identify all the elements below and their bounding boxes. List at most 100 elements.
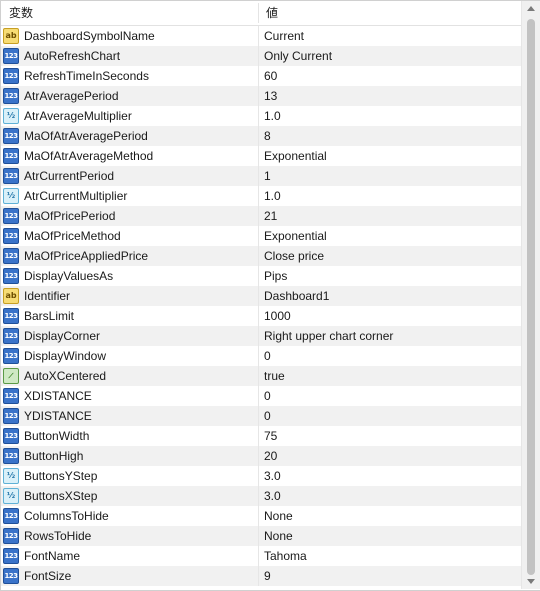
parameter-name: ColumnsToHide — [24, 509, 109, 523]
parameter-name: AutoRefreshChart — [24, 49, 121, 63]
table-row[interactable]: 123 MaOfPriceAppliedPrice Close price — [1, 246, 521, 266]
parameter-value[interactable]: Close price — [264, 246, 324, 266]
cell-divider — [258, 106, 259, 126]
parameter-value[interactable]: 3.0 — [264, 486, 281, 506]
parameter-name: MaOfPricePeriod — [24, 209, 116, 223]
table-row[interactable]: 123 MaOfAtrAverageMethod Exponential — [1, 146, 521, 166]
parameter-value[interactable]: 1.0 — [264, 106, 281, 126]
parameter-name: AtrAverageMultiplier — [24, 109, 132, 123]
table-row[interactable]: ⟋ AutoXCentered true — [1, 366, 521, 386]
cell-divider — [258, 86, 259, 106]
table-row[interactable]: 123 FontSize 9 — [1, 566, 521, 586]
parameter-value[interactable]: 9 — [264, 566, 271, 586]
parameter-value[interactable]: 60 — [264, 66, 277, 86]
cell-divider — [258, 26, 259, 46]
table-row[interactable]: 123 RowsToHide None — [1, 526, 521, 546]
table-row[interactable]: 123 ColumnsToHide None — [1, 506, 521, 526]
table-row[interactable]: 123 ButtonWidth 75 — [1, 426, 521, 446]
table-row[interactable]: 123 DisplayWindow 0 — [1, 346, 521, 366]
table-row[interactable]: ½ ButtonsXStep 3.0 — [1, 486, 521, 506]
table-row[interactable]: 123 MaOfPriceMethod Exponential — [1, 226, 521, 246]
double-icon: ½ — [3, 188, 19, 204]
parameter-value[interactable]: 13 — [264, 86, 277, 106]
parameter-value[interactable]: 75 — [264, 426, 277, 446]
integer-icon: 123 — [3, 568, 19, 584]
parameter-value[interactable]: Exponential — [264, 146, 327, 166]
column-divider[interactable] — [258, 3, 259, 23]
cell-divider — [258, 266, 259, 286]
parameter-value[interactable]: Dashboard1 — [264, 286, 329, 306]
integer-icon: 123 — [3, 508, 19, 524]
parameter-name: DashboardSymbolName — [24, 29, 155, 43]
column-header-value[interactable]: 値 — [266, 1, 278, 25]
parameter-value[interactable]: 3.0 — [264, 466, 281, 486]
parameter-value[interactable]: None — [264, 526, 293, 546]
cell-divider — [258, 186, 259, 206]
integer-icon: 123 — [3, 128, 19, 144]
integer-icon: 123 — [3, 528, 19, 544]
parameter-name: MaOfPriceAppliedPrice — [24, 249, 149, 263]
parameter-value[interactable]: Right upper chart corner — [264, 326, 393, 346]
parameter-value[interactable]: 1000 — [264, 306, 291, 326]
table-row[interactable]: 123 FontName Tahoma — [1, 546, 521, 566]
scrollbar-thumb[interactable] — [527, 19, 535, 575]
parameter-name: FontSize — [24, 569, 72, 583]
table-header: 変数 値 — [1, 1, 521, 26]
cell-divider — [258, 546, 259, 566]
column-header-variable[interactable]: 変数 — [9, 1, 33, 25]
table-row[interactable]: ½ ButtonsYStep 3.0 — [1, 466, 521, 486]
table-row[interactable]: 123 DisplayValuesAs Pips — [1, 266, 521, 286]
parameter-value[interactable]: 8 — [264, 126, 271, 146]
table-row[interactable]: 123 DisplayCorner Right upper chart corner — [1, 326, 521, 346]
cell-divider — [258, 206, 259, 226]
table-row[interactable]: 123 XDISTANCE 0 — [1, 386, 521, 406]
cell-divider — [258, 526, 259, 546]
parameter-name: Identifier — [24, 289, 71, 303]
parameter-value[interactable]: 0 — [264, 346, 271, 366]
parameter-value[interactable]: 1 — [264, 166, 271, 186]
parameter-value[interactable]: 0 — [264, 406, 271, 426]
integer-icon: 123 — [3, 548, 19, 564]
parameter-value[interactable]: Pips — [264, 266, 287, 286]
table-row[interactable]: 123 MaOfPricePeriod 21 — [1, 206, 521, 226]
cell-divider — [258, 486, 259, 506]
integer-icon: 123 — [3, 328, 19, 344]
parameter-value[interactable]: Exponential — [264, 226, 327, 246]
table-row[interactable]: ½ AtrCurrentMultiplier 1.0 — [1, 186, 521, 206]
parameter-value[interactable]: 20 — [264, 446, 277, 466]
double-icon: ½ — [3, 108, 19, 124]
integer-icon: 123 — [3, 348, 19, 364]
cell-divider — [258, 386, 259, 406]
parameter-value[interactable]: 0 — [264, 386, 271, 406]
table-row[interactable]: ab DashboardSymbolName Current — [1, 26, 521, 46]
cell-divider — [258, 246, 259, 266]
table-row[interactable]: 123 RefreshTimeInSeconds 60 — [1, 66, 521, 86]
parameter-value[interactable]: true — [264, 366, 285, 386]
table-row[interactable]: 123 AutoRefreshChart Only Current — [1, 46, 521, 66]
integer-icon: 123 — [3, 408, 19, 424]
vertical-scrollbar[interactable] — [521, 1, 540, 589]
table-row[interactable]: 123 AtrCurrentPeriod 1 — [1, 166, 521, 186]
table-row[interactable]: 123 ButtonHigh 20 — [1, 446, 521, 466]
table-row[interactable]: 123 MaOfAtrAveragePeriod 8 — [1, 126, 521, 146]
table-row[interactable]: ab Identifier Dashboard1 — [1, 286, 521, 306]
parameter-value[interactable]: Tahoma — [264, 546, 307, 566]
cell-divider — [258, 126, 259, 146]
parameter-name: RefreshTimeInSeconds — [24, 69, 149, 83]
table-row[interactable]: 123 AtrAveragePeriod 13 — [1, 86, 521, 106]
parameter-name: DisplayCorner — [24, 329, 101, 343]
parameter-name: ButtonsYStep — [24, 469, 98, 483]
parameter-value[interactable]: 1.0 — [264, 186, 281, 206]
table-row[interactable]: ½ AtrAverageMultiplier 1.0 — [1, 106, 521, 126]
parameter-value[interactable]: Only Current — [264, 46, 332, 66]
parameter-name: AtrCurrentMultiplier — [24, 189, 128, 203]
parameter-value[interactable]: Current — [264, 26, 304, 46]
scroll-down-arrow-icon[interactable] — [527, 579, 535, 584]
parameter-value[interactable]: None — [264, 506, 293, 526]
table-row[interactable]: 123 BarsLimit 1000 — [1, 306, 521, 326]
parameters-list: ab DashboardSymbolName Current 123 AutoRefre… — [1, 26, 521, 586]
string-icon: ab — [3, 28, 19, 44]
parameter-value[interactable]: 21 — [264, 206, 277, 226]
table-row[interactable]: 123 YDISTANCE 0 — [1, 406, 521, 426]
scroll-up-arrow-icon[interactable] — [527, 6, 535, 11]
